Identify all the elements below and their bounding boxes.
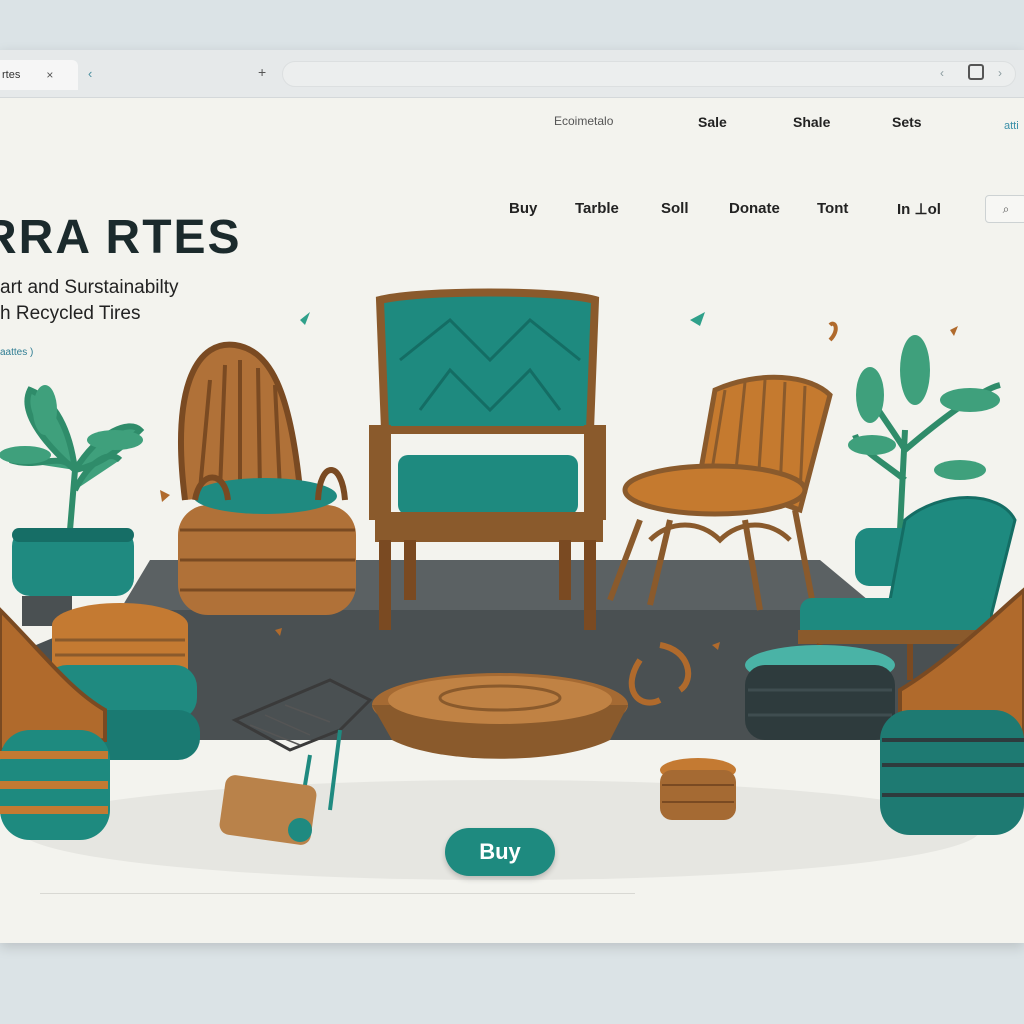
- plant-left: [0, 385, 145, 626]
- main-nav-buy[interactable]: Buy: [509, 200, 537, 217]
- coffee-table: [372, 673, 628, 759]
- main-nav-tont[interactable]: Tont: [817, 200, 848, 217]
- rattan-chair-left: [178, 341, 356, 615]
- top-nav-edge-link[interactable]: atti: [1004, 120, 1019, 132]
- main-nav-in-lol[interactable]: In ⊥ol: [897, 200, 941, 218]
- furniture-scene: [0, 288, 1024, 880]
- hero-link[interactable]: aattes ): [0, 347, 33, 358]
- main-nav-tarble[interactable]: Tarble: [575, 200, 619, 217]
- tagline-line-1: art and Surstainabilty: [0, 277, 179, 298]
- top-nav-item-4[interactable]: Sets: [892, 114, 922, 130]
- search-icon: ⌕: [1002, 201, 1010, 216]
- buy-button[interactable]: Buy: [445, 828, 555, 876]
- top-nav-item-1[interactable]: Ecoimetalo: [554, 114, 613, 128]
- brand-title: RRA RTES: [0, 211, 242, 264]
- main-nav-soll[interactable]: Soll: [661, 200, 689, 217]
- hero-tagline: art and Surstainabilty h Recycled Tires: [0, 275, 179, 327]
- top-nav-item-3[interactable]: Shale: [793, 114, 830, 130]
- browser-window: rtes × ‹ + ‹ › Ecoimetalo Sale Shale Set…: [0, 50, 1024, 943]
- divider: [40, 893, 635, 894]
- small-stool: [660, 758, 736, 820]
- tire-stack-right: [745, 645, 895, 740]
- search-button[interactable]: ⌕: [985, 195, 1024, 223]
- top-nav: Ecoimetalo Sale Shale Sets atti: [0, 114, 1024, 134]
- top-nav-item-2[interactable]: Sale: [698, 114, 727, 130]
- tagline-line-2: h Recycled Tires: [0, 303, 141, 324]
- main-nav-donate[interactable]: Donate: [729, 200, 780, 217]
